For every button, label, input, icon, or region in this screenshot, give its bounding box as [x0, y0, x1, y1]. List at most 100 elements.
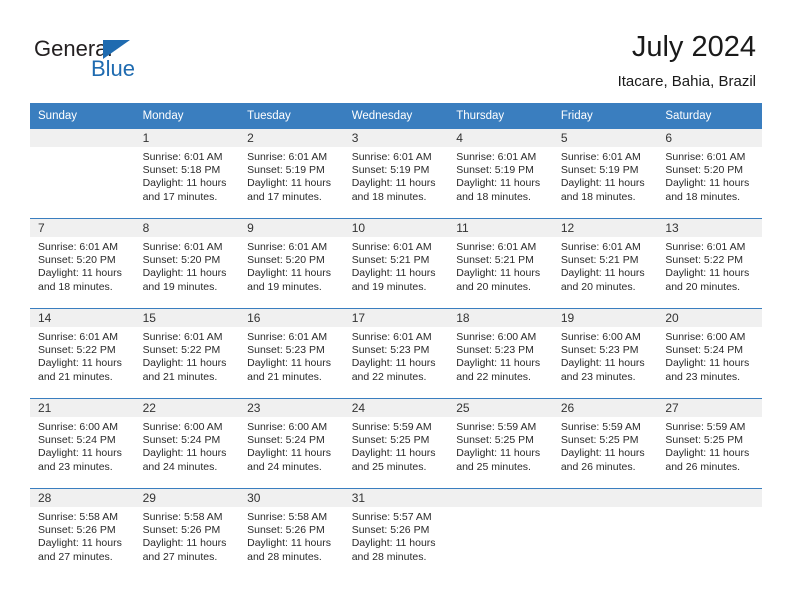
sunrise-text: Sunrise: 6:01 AM [456, 241, 537, 253]
daylight-text-line2: and 28 minutes. [351, 550, 427, 563]
daylight-text-line2: and 21 minutes. [142, 370, 218, 383]
sunset-text: Sunset: 5:20 PM [665, 164, 744, 177]
day-cell[interactable]: 30 Sunrise: 5:58 AM Sunset: 5:26 PM Dayligh… [239, 489, 344, 578]
daylight-text-line1: Daylight: 11 hours [142, 177, 227, 190]
sunset-text: Sunset: 5:25 PM [560, 434, 639, 447]
daylight-text-line1: Daylight: 11 hours [247, 447, 331, 460]
day-cell[interactable]: 4 Sunrise: 6:01 AM Sunset: 5:19 PM Daylight… [448, 129, 553, 218]
day-cell[interactable]: 22 Sunrise: 6:00 AM Sunset: 5:24 PM Dayligh… [134, 399, 240, 488]
sunrise-text: Sunrise: 6:01 AM [351, 151, 432, 163]
daylight-text-line2: and 27 minutes. [38, 550, 113, 563]
day-cell[interactable]: 5 Sunrise: 6:01 AM Sunset: 5:19 PM Daylight… [552, 129, 658, 218]
day-cell[interactable]: 28 Sunrise: 5:58 AM Sunset: 5:26 PM Dayligh… [30, 489, 135, 578]
day-cell[interactable]: 10 Sunrise: 6:01 AM Sunset: 5:21 PM Dayligh… [343, 219, 449, 308]
weekday-header-wednesday: Wednesday [343, 103, 449, 129]
calendar-cell: 5 Sunrise: 6:01 AM Sunset: 5:19 PM Daylight… [552, 128, 658, 219]
day-cell[interactable]: 9 Sunrise: 6:01 AM Sunset: 5:20 PM Daylight… [239, 219, 344, 308]
daylight-text-line2: and 28 minutes. [247, 550, 322, 563]
calendar-cell: 30 Sunrise: 5:58 AM Sunset: 5:26 PM Dayligh… [239, 488, 344, 578]
day-number [552, 489, 658, 507]
day-cell[interactable]: 18 Sunrise: 6:00 AM Sunset: 5:23 PM Dayligh… [448, 309, 553, 398]
day-cell[interactable]: 21 Sunrise: 6:00 AM Sunset: 5:24 PM Dayligh… [30, 399, 135, 488]
day-cell[interactable]: 25 Sunrise: 5:59 AM Sunset: 5:25 PM Dayligh… [448, 399, 553, 488]
day-cell[interactable]: 23 Sunrise: 6:00 AM Sunset: 5:24 PM Dayligh… [239, 399, 344, 488]
sunrise-text: Sunrise: 6:00 AM [247, 421, 328, 433]
daylight-text-line2: and 17 minutes. [142, 190, 218, 203]
sunset-text: Sunset: 5:20 PM [142, 254, 221, 267]
day-info: Sunrise: 6:00 AM Sunset: 5:23 PM Daylight:… [553, 327, 658, 384]
day-number: 15 [134, 309, 240, 327]
calendar-body: 1 Sunrise: 6:01 AM Sunset: 5:18 PM Daylight… [30, 128, 762, 578]
day-cell[interactable]: 20 Sunrise: 6:00 AM Sunset: 5:24 PM Dayligh… [657, 309, 762, 398]
day-number: 3 [343, 129, 449, 147]
day-info: Sunrise: 5:58 AM Sunset: 5:26 PM Daylight:… [135, 507, 240, 564]
calendar-cell: 26 Sunrise: 5:59 AM Sunset: 5:25 PM Dayligh… [552, 398, 658, 489]
daylight-text-line2: and 23 minutes. [665, 370, 741, 383]
calendar-cell: 2 Sunrise: 6:01 AM Sunset: 5:19 PM Daylight… [239, 128, 344, 219]
day-number: 16 [239, 309, 344, 327]
sunrise-text: Sunrise: 5:59 AM [665, 421, 746, 433]
sunrise-text: Sunrise: 6:01 AM [247, 331, 328, 343]
sunset-text: Sunset: 5:24 PM [142, 434, 221, 447]
day-cell[interactable]: 3 Sunrise: 6:01 AM Sunset: 5:19 PM Daylight… [343, 129, 449, 218]
daylight-text-line2: and 27 minutes. [142, 550, 218, 563]
day-cell[interactable]: 31 Sunrise: 5:57 AM Sunset: 5:26 PM Dayligh… [343, 489, 449, 578]
day-info: Sunrise: 6:01 AM Sunset: 5:21 PM Daylight:… [553, 237, 658, 294]
logo-text-blue: Blue [91, 56, 136, 81]
calendar-cell: 19 Sunrise: 6:00 AM Sunset: 5:23 PM Dayligh… [552, 308, 658, 399]
day-cell[interactable]: 12 Sunrise: 6:01 AM Sunset: 5:21 PM Dayligh… [552, 219, 658, 308]
daylight-text-line1: Daylight: 11 hours [142, 357, 227, 370]
day-cell[interactable]: 13 Sunrise: 6:01 AM Sunset: 5:22 PM Dayligh… [657, 219, 762, 308]
day-cell[interactable]: 11 Sunrise: 6:01 AM Sunset: 5:21 PM Dayligh… [448, 219, 553, 308]
day-number: 30 [239, 489, 344, 507]
day-number [657, 489, 762, 507]
day-cell[interactable]: 1 Sunrise: 6:01 AM Sunset: 5:18 PM Daylight… [134, 129, 240, 218]
day-number: 31 [343, 489, 449, 507]
day-info: Sunrise: 5:57 AM Sunset: 5:26 PM Daylight:… [344, 507, 449, 564]
weekday-header-thursday: Thursday [448, 103, 553, 129]
day-info: Sunrise: 6:00 AM Sunset: 5:24 PM Daylight:… [30, 417, 135, 474]
calendar-week-row: 14 Sunrise: 6:01 AM Sunset: 5:22 PM Dayligh… [30, 308, 762, 399]
day-number: 10 [343, 219, 449, 237]
day-cell[interactable]: 24 Sunrise: 5:59 AM Sunset: 5:25 PM Dayligh… [343, 399, 449, 488]
daylight-text-line2: and 19 minutes. [247, 280, 322, 293]
day-number: 28 [30, 489, 135, 507]
day-cell[interactable]: 15 Sunrise: 6:01 AM Sunset: 5:22 PM Dayligh… [134, 309, 240, 398]
day-cell[interactable]: 29 Sunrise: 5:58 AM Sunset: 5:26 PM Dayligh… [134, 489, 240, 578]
day-cell[interactable]: 2 Sunrise: 6:01 AM Sunset: 5:19 PM Daylight… [239, 129, 344, 218]
sunrise-text: Sunrise: 5:58 AM [247, 511, 328, 523]
day-cell[interactable]: 27 Sunrise: 5:59 AM Sunset: 5:25 PM Dayligh… [657, 399, 762, 488]
daylight-text-line1: Daylight: 11 hours [665, 177, 750, 190]
daylight-text-line2: and 21 minutes. [247, 370, 322, 383]
day-number: 23 [239, 399, 344, 417]
day-cell[interactable]: 7 Sunrise: 6:01 AM Sunset: 5:20 PM Daylight… [30, 219, 135, 308]
sunrise-text: Sunrise: 5:59 AM [560, 421, 641, 433]
sunset-text: Sunset: 5:25 PM [665, 434, 744, 447]
day-number [448, 489, 553, 507]
day-number: 29 [134, 489, 240, 507]
daylight-text-line2: and 25 minutes. [351, 460, 427, 473]
sunset-text: Sunset: 5:25 PM [456, 434, 534, 447]
day-cell[interactable]: 8 Sunrise: 6:01 AM Sunset: 5:20 PM Daylight… [134, 219, 240, 308]
day-info: Sunrise: 5:59 AM Sunset: 5:25 PM Daylight:… [448, 417, 553, 474]
day-cell[interactable]: 19 Sunrise: 6:00 AM Sunset: 5:23 PM Dayligh… [552, 309, 658, 398]
day-cell[interactable]: 6 Sunrise: 6:01 AM Sunset: 5:20 PM Daylight… [657, 129, 762, 218]
day-number: 11 [448, 219, 553, 237]
day-cell[interactable]: 17 Sunrise: 6:01 AM Sunset: 5:23 PM Dayligh… [343, 309, 449, 398]
daylight-text-line2: and 23 minutes. [560, 370, 636, 383]
daylight-text-line2: and 25 minutes. [456, 460, 531, 473]
sunrise-text: Sunrise: 6:01 AM [247, 151, 328, 163]
day-cell[interactable]: 26 Sunrise: 5:59 AM Sunset: 5:25 PM Dayligh… [552, 399, 658, 488]
day-cell[interactable]: 16 Sunrise: 6:01 AM Sunset: 5:23 PM Dayligh… [239, 309, 344, 398]
daylight-text-line1: Daylight: 11 hours [456, 177, 541, 190]
day-number: 21 [30, 399, 135, 417]
day-number: 9 [239, 219, 344, 237]
sunset-text: Sunset: 5:23 PM [247, 344, 325, 357]
day-info: Sunrise: 6:00 AM Sunset: 5:24 PM Daylight:… [135, 417, 240, 474]
day-info: Sunrise: 6:01 AM Sunset: 5:20 PM Daylight:… [135, 237, 240, 294]
page-header: General Blue July 2024 Itacare, Bahia, B… [0, 0, 792, 103]
calendar-cell: 18 Sunrise: 6:00 AM Sunset: 5:23 PM Dayligh… [448, 308, 553, 399]
day-cell[interactable]: 14 Sunrise: 6:01 AM Sunset: 5:22 PM Dayligh… [30, 309, 135, 398]
day-info: Sunrise: 6:01 AM Sunset: 5:22 PM Daylight:… [30, 327, 135, 384]
sunrise-text: Sunrise: 6:01 AM [38, 331, 118, 343]
